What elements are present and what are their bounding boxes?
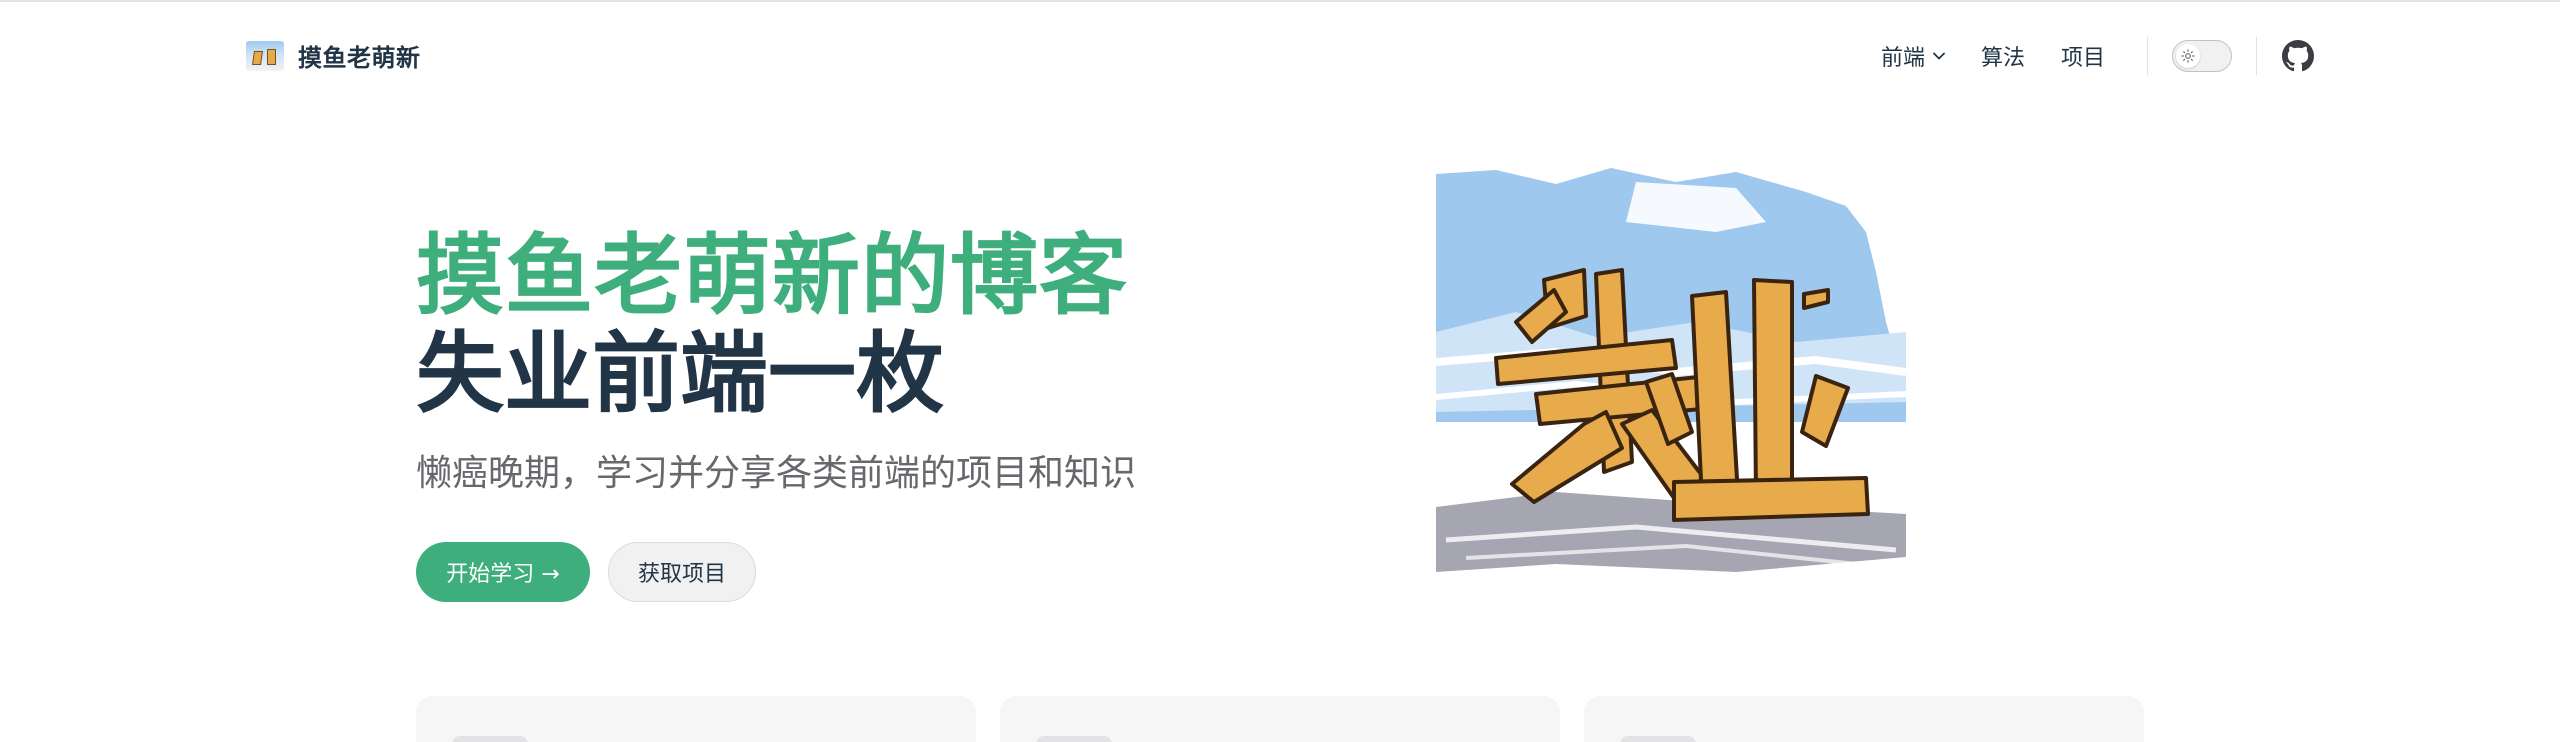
github-icon xyxy=(2282,40,2314,72)
nav-item-algorithm[interactable]: 算法 xyxy=(1963,40,2043,72)
get-projects-button[interactable]: 获取项目 xyxy=(608,542,756,602)
nav-menu: 前端 算法 项目 xyxy=(1863,30,2315,82)
feature-card[interactable] xyxy=(1000,696,1560,742)
nav-divider xyxy=(2256,37,2257,75)
start-learning-button[interactable]: 开始学习 → xyxy=(416,542,590,602)
hero-name: 摸鱼老萌新的博客 xyxy=(416,224,1129,327)
hero-image xyxy=(1436,168,1906,572)
feature-icon xyxy=(1036,736,1112,742)
site-title: 摸鱼老萌新 xyxy=(298,44,421,72)
theme-toggle[interactable] xyxy=(2172,40,2232,72)
nav-item-projects[interactable]: 项目 xyxy=(2043,40,2123,72)
nav-item-label: 前端 xyxy=(1880,46,1925,71)
hero-text: 失业前端一枚 xyxy=(416,322,945,425)
top-navbar: 摸鱼老萌新 前端 算法 项目 xyxy=(0,2,2560,110)
chevron-down-icon xyxy=(1933,52,1945,60)
nav-item-label: 项目 xyxy=(2060,46,2105,71)
features-row xyxy=(416,696,2144,742)
site-brand[interactable]: 摸鱼老萌新 xyxy=(246,38,421,73)
feature-icon xyxy=(1620,736,1696,742)
page: 摸鱼老萌新 前端 算法 项目 摸鱼老萌新的博客 失业前端一枚 懒癌晚期，学习并分… xyxy=(0,0,2560,742)
sun-icon xyxy=(2181,49,2195,63)
feature-card[interactable] xyxy=(1584,696,2144,742)
nav-divider xyxy=(2147,37,2148,75)
hero-actions: 开始学习 → 获取项目 xyxy=(416,542,756,602)
site-logo xyxy=(246,40,284,71)
feature-card[interactable] xyxy=(416,696,976,742)
feature-icon xyxy=(452,736,528,742)
hero-tagline: 懒癌晚期，学习并分享各类前端的项目和知识 xyxy=(416,453,1137,494)
nav-item-frontend[interactable]: 前端 xyxy=(1863,40,1963,72)
github-link[interactable] xyxy=(2281,39,2315,73)
nav-item-label: 算法 xyxy=(1980,46,2025,71)
toggle-knob xyxy=(2176,44,2200,68)
